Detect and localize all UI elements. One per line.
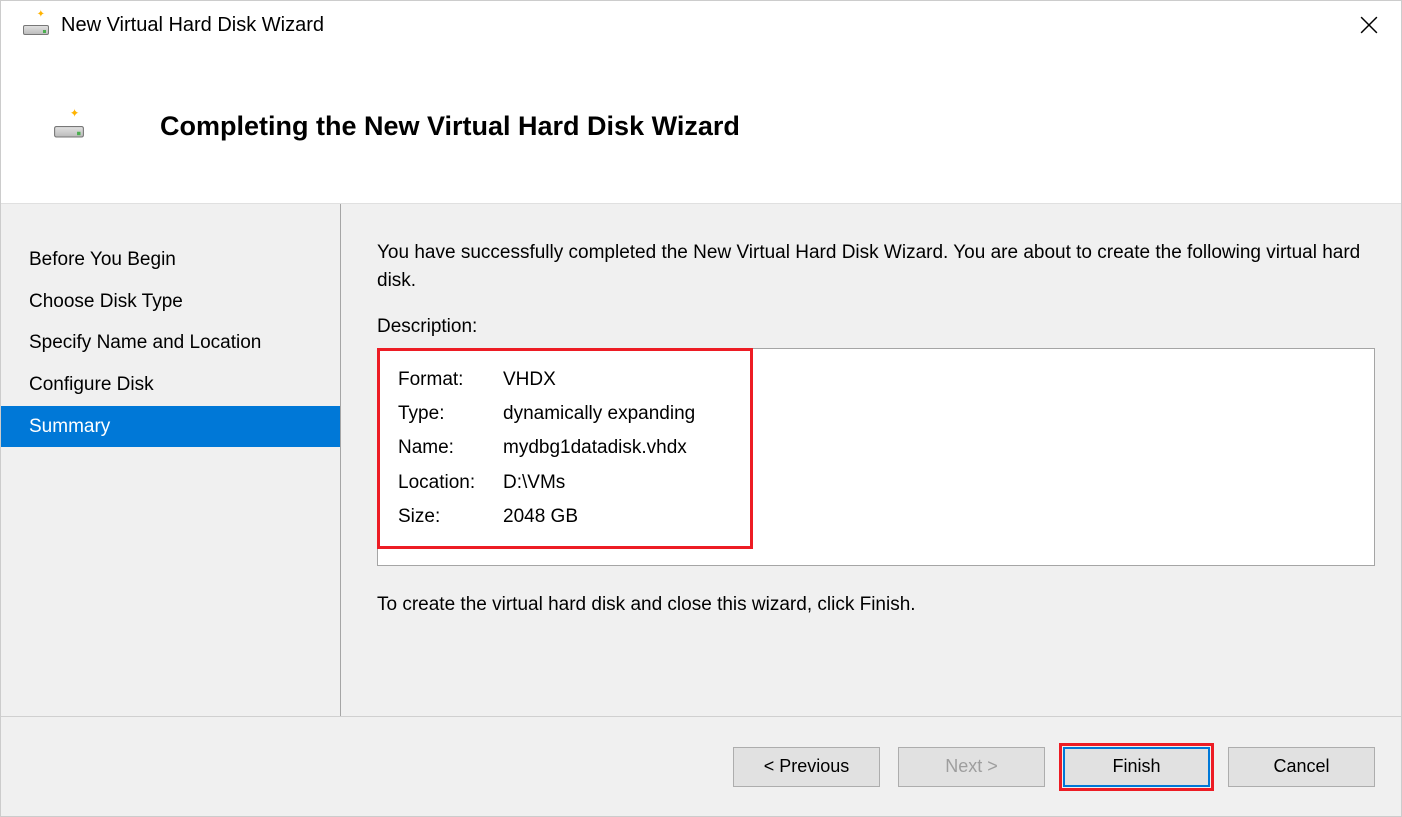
summary-value: mydbg1datadisk.vhdx: [503, 431, 687, 465]
step-configure-disk[interactable]: Configure Disk: [1, 364, 340, 406]
summary-value: D:\VMs: [503, 466, 565, 500]
summary-row-location: Location: D:\VMs: [398, 466, 695, 500]
summary-key: Size:: [398, 500, 503, 534]
previous-button[interactable]: < Previous: [733, 747, 880, 787]
window-title: New Virtual Hard Disk Wizard: [61, 14, 324, 37]
summary-key: Location:: [398, 466, 503, 500]
titlebar: ✦ New Virtual Hard Disk Wizard: [1, 1, 1401, 49]
description-box: Format: VHDX Type: dynamically expanding…: [377, 348, 1375, 566]
summary-key: Name:: [398, 431, 503, 465]
content-area: Before You Begin Choose Disk Type Specif…: [1, 203, 1401, 716]
finish-button[interactable]: Finish: [1063, 747, 1210, 787]
summary-highlight: Format: VHDX Type: dynamically expanding…: [377, 348, 753, 549]
disk-wizard-icon: ✦: [54, 115, 84, 138]
description-label: Description:: [377, 316, 1375, 338]
close-icon: [1360, 16, 1378, 34]
disk-wizard-icon: ✦: [23, 15, 49, 35]
close-button[interactable]: [1349, 5, 1389, 45]
summary-row-size: Size: 2048 GB: [398, 500, 695, 534]
instruction-text: To create the virtual hard disk and clos…: [377, 594, 1375, 616]
step-before-you-begin[interactable]: Before You Begin: [1, 239, 340, 281]
step-choose-disk-type[interactable]: Choose Disk Type: [1, 281, 340, 323]
summary-row-format: Format: VHDX: [398, 363, 695, 397]
summary-key: Type:: [398, 397, 503, 431]
summary-value: 2048 GB: [503, 500, 578, 534]
intro-text: You have successfully completed the New …: [377, 239, 1375, 294]
summary-value: dynamically expanding: [503, 397, 695, 431]
button-bar: < Previous Next > Finish Cancel: [1, 716, 1401, 816]
step-summary[interactable]: Summary: [1, 406, 340, 448]
summary-value: VHDX: [503, 363, 556, 397]
summary-row-name: Name: mydbg1datadisk.vhdx: [398, 431, 695, 465]
wizard-steps-sidebar: Before You Begin Choose Disk Type Specif…: [1, 204, 341, 716]
wizard-header: ✦ Completing the New Virtual Hard Disk W…: [1, 49, 1401, 203]
step-specify-name-location[interactable]: Specify Name and Location: [1, 322, 340, 364]
cancel-button[interactable]: Cancel: [1228, 747, 1375, 787]
next-button: Next >: [898, 747, 1045, 787]
summary-key: Format:: [398, 363, 503, 397]
summary-row-type: Type: dynamically expanding: [398, 397, 695, 431]
main-panel: You have successfully completed the New …: [341, 204, 1401, 716]
page-title: Completing the New Virtual Hard Disk Wiz…: [160, 111, 740, 142]
